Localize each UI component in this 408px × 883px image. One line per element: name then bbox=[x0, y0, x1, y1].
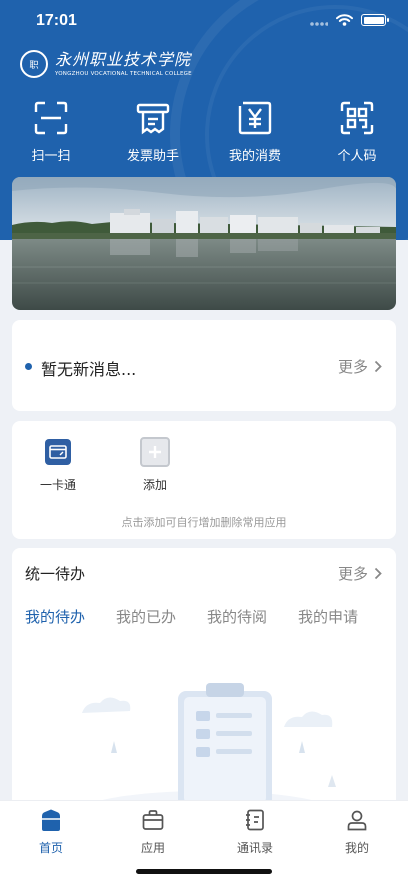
qr-code-icon bbox=[340, 101, 374, 135]
news-more-label: 更多 bbox=[337, 358, 368, 376]
todo-more-link[interactable]: 更多 bbox=[338, 563, 382, 584]
quick-action-consumption[interactable]: 我的消费 bbox=[204, 100, 306, 164]
news-more-link[interactable]: 更多 bbox=[338, 356, 382, 377]
todo-title: 统一待办 bbox=[25, 565, 86, 583]
app-add[interactable]: 添加 bbox=[125, 437, 185, 493]
chevron-right-icon bbox=[374, 567, 382, 580]
todo-card: 统一待办 更多 我的待办 我的已办 我的待阅 我的申请 bbox=[12, 548, 396, 818]
quick-action-label: 我的消费 bbox=[228, 149, 281, 164]
tab-my-applications[interactable]: 我的申请 bbox=[298, 606, 358, 627]
tab-my-done[interactable]: 我的已办 bbox=[116, 606, 176, 627]
empty-clipboard-illustration bbox=[77, 683, 337, 818]
apps-card: 一卡通 添加 点击添加可自行增加删除常用应用 bbox=[12, 421, 396, 539]
quick-action-personal-code[interactable]: 个人码 bbox=[306, 100, 408, 164]
quick-action-label: 扫一扫 bbox=[31, 149, 71, 164]
campus-photo bbox=[12, 177, 396, 310]
nav-label: 通讯录 bbox=[236, 841, 273, 855]
college-logo: 职 永州职业技术学院 YONGZHOU VOCATIONAL TECHNICAL… bbox=[20, 50, 192, 78]
nav-apps[interactable]: 应用 bbox=[102, 808, 204, 856]
status-time: 17:01 bbox=[36, 12, 77, 29]
status-icons bbox=[310, 14, 389, 26]
nav-contacts[interactable]: 通讯录 bbox=[204, 808, 306, 856]
nav-profile[interactable]: 我的 bbox=[306, 808, 408, 856]
status-bar: 17:01 bbox=[0, 0, 408, 44]
quick-action-label: 发票助手 bbox=[126, 149, 179, 164]
news-card[interactable]: 暂无新消息... 更多 bbox=[12, 320, 396, 411]
yuan-icon bbox=[238, 101, 272, 135]
add-icon bbox=[140, 437, 170, 467]
campus-banner[interactable] bbox=[12, 177, 396, 310]
home-icon bbox=[42, 809, 60, 831]
home-indicator bbox=[136, 869, 272, 874]
apps-hint: 点击添加可自行增加删除常用应用 bbox=[121, 516, 287, 529]
nav-label: 应用 bbox=[140, 841, 165, 855]
app-label: 一卡通 bbox=[39, 478, 76, 492]
nav-label: 首页 bbox=[38, 841, 63, 855]
nav-label: 我的 bbox=[344, 841, 369, 855]
quick-action-scan[interactable]: 扫一扫 bbox=[0, 100, 102, 164]
news-text: 暂无新消息... bbox=[41, 360, 137, 379]
app-label: 添加 bbox=[142, 478, 167, 492]
profile-icon bbox=[347, 810, 367, 831]
chevron-right-icon bbox=[374, 360, 382, 373]
tab-my-todo[interactable]: 我的待办 bbox=[25, 606, 85, 627]
wifi-icon bbox=[336, 14, 353, 26]
news-dot bbox=[25, 363, 32, 370]
signal-icon bbox=[310, 22, 328, 26]
contacts-icon bbox=[246, 809, 264, 831]
scan-icon bbox=[34, 101, 68, 135]
battery-icon bbox=[361, 14, 389, 26]
app-campus-card[interactable]: 一卡通 bbox=[28, 439, 88, 493]
college-seal: 职 bbox=[20, 50, 48, 78]
todo-more-label: 更多 bbox=[337, 565, 368, 583]
quick-action-label: 个人码 bbox=[337, 149, 377, 164]
card-icon bbox=[45, 439, 71, 465]
college-name-en: YONGZHOU VOCATIONAL TECHNICAL COLLEGE bbox=[55, 71, 192, 77]
todo-tabs: 我的待办 我的已办 我的待阅 我的申请 bbox=[25, 606, 389, 627]
college-name-cn: 永州职业技术学院 bbox=[55, 50, 192, 69]
invoice-icon bbox=[136, 103, 170, 135]
quick-actions: 扫一扫 发票助手 我的消费 个人码 bbox=[0, 100, 408, 164]
nav-home[interactable]: 首页 bbox=[0, 808, 102, 856]
tab-my-to-read[interactable]: 我的待阅 bbox=[207, 606, 267, 627]
quick-action-invoice[interactable]: 发票助手 bbox=[102, 100, 204, 164]
briefcase-icon bbox=[142, 810, 164, 830]
